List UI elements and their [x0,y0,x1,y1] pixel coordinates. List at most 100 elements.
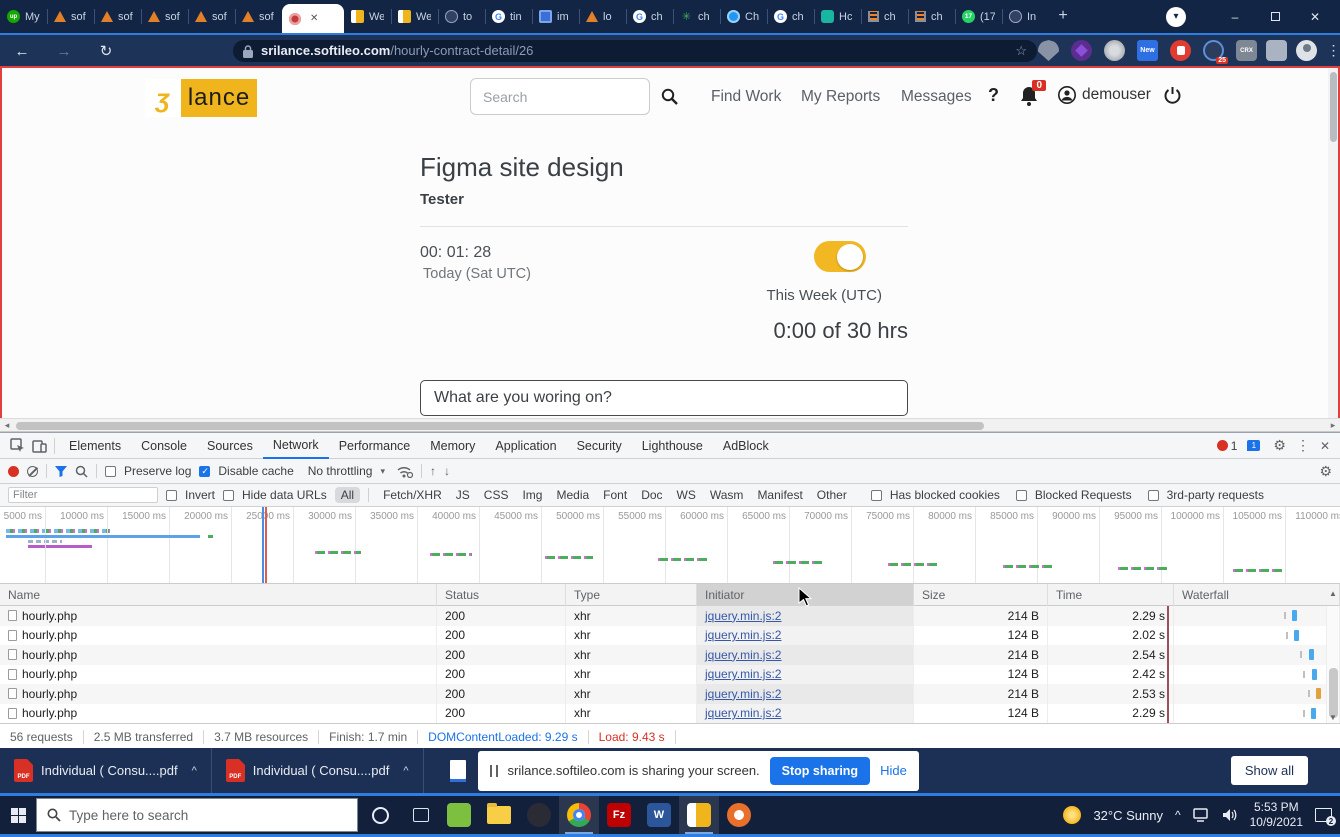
action-center-icon[interactable]: 2 [1315,808,1332,822]
devtools-tab-sources[interactable]: Sources [197,433,263,459]
start-button[interactable] [0,796,36,834]
network-request-row[interactable]: hourly.php200xhrjquery.min.js:2124 B2.29… [0,704,1340,724]
browser-tab[interactable]: sof [235,0,282,33]
table-scrollbar[interactable]: ▼ [1326,606,1339,723]
browser-tab[interactable]: to [438,0,485,33]
address-bar[interactable]: srilance.softileo.com/hourly-contract-de… [233,40,1037,62]
column-header-size[interactable]: Size [914,584,1048,606]
browser-tab[interactable]: Gch [767,0,814,33]
cortana-icon[interactable] [372,807,389,824]
initiator-link[interactable]: jquery.min.js:2 [705,687,781,701]
third-party-requests-checkbox[interactable] [1148,490,1159,501]
network-conditions-icon[interactable] [397,465,413,478]
filter-type-font[interactable]: Font [597,487,633,503]
filter-funnel-icon[interactable] [55,466,67,477]
site-search-input[interactable] [470,78,650,115]
download-item[interactable]: PDF Individual ( Consu....pdf ^ [0,748,212,793]
adblock-hand-extension-icon[interactable] [1170,40,1191,61]
browser-tab[interactable]: lo [579,0,626,33]
filter-type-other[interactable]: Other [811,487,853,503]
download-caret-icon[interactable]: ^ [192,765,197,777]
hide-link[interactable]: Hide [880,763,907,778]
filter-type-img[interactable]: Img [516,487,548,503]
taskbar-app-chrome[interactable] [559,796,599,834]
initiator-link[interactable]: jquery.min.js:2 [705,648,781,662]
devtools-tab-console[interactable]: Console [131,433,197,459]
filter-type-fetch-xhr[interactable]: Fetch/XHR [377,487,448,503]
export-har-icon[interactable]: ↓ [444,464,450,478]
column-header-name[interactable]: Name [0,584,437,606]
hscroll-thumb[interactable] [16,422,984,430]
filter-type-css[interactable]: CSS [478,487,515,503]
network-icon[interactable] [1193,808,1210,822]
browser-tab[interactable]: In [1002,0,1049,33]
devtools-tab-security[interactable]: Security [567,433,632,459]
task-description-input[interactable] [420,380,908,416]
browser-tab[interactable]: ✳ch [673,0,720,33]
browser-avatar-icon[interactable] [1296,40,1317,61]
browser-tab[interactable]: Gtin [485,0,532,33]
search-network-icon[interactable] [75,465,88,478]
browser-tab[interactable]: sof [141,0,188,33]
show-all-downloads-button[interactable]: Show all [1231,756,1308,785]
weather-sun-icon[interactable] [1063,806,1081,824]
speaker-icon[interactable] [1222,808,1238,822]
browser-tab[interactable]: 17(17 [955,0,1002,33]
devtools-menu-kebab-icon[interactable]: ⋮ [1296,437,1310,454]
network-request-row[interactable]: hourly.php200xhrjquery.min.js:2214 B2.53… [0,684,1340,704]
hide-data-urls-checkbox[interactable] [223,490,234,501]
clear-network-log-icon[interactable] [27,466,38,477]
network-settings-gear-icon[interactable]: ⚙ [1319,463,1332,480]
table-scroll-up-icon[interactable]: ▲ [1329,589,1337,598]
help-icon[interactable]: ? [988,85,999,106]
initiator-link[interactable]: jquery.min.js:2 [705,628,781,642]
column-header-status[interactable]: Status [437,584,566,606]
devtools-tab-network[interactable]: Network [263,433,329,459]
new-badge-extension-icon[interactable]: New [1137,40,1158,61]
table-scroll-thumb[interactable] [1329,668,1338,718]
puzzle-extensions-icon[interactable] [1266,40,1287,61]
taskbar-app-word[interactable]: W [639,796,679,834]
throttling-caret-icon[interactable]: ▾ [380,466,385,477]
taskbar-app-explorer[interactable] [479,796,519,834]
browser-tab[interactable]: sof [47,0,94,33]
browser-tab[interactable]: Ch [720,0,767,33]
srilance-logo[interactable]: ʒ lance [145,79,257,117]
filter-type-doc[interactable]: Doc [635,487,668,503]
shield-extension-icon[interactable] [1038,40,1059,61]
network-request-row[interactable]: hourly.php200xhrjquery.min.js:2214 B2.29… [0,606,1340,626]
clock[interactable]: 5:53 PM 10/9/2021 [1250,800,1303,830]
browser-tab-active[interactable]: ✕ [282,4,344,33]
tab-close-icon[interactable]: ✕ [310,13,318,24]
browser-tab[interactable]: ch [861,0,908,33]
browser-tab[interactable]: sof [94,0,141,33]
browser-tab[interactable]: We [344,0,391,33]
disable-cache-checkbox[interactable] [199,466,210,477]
has-blocked-cookies-checkbox[interactable] [871,490,882,501]
weather-text[interactable]: 32°C Sunny [1093,808,1163,823]
logout-power-icon[interactable] [1164,86,1181,104]
stop-sharing-button[interactable]: Stop sharing [770,757,870,785]
browser-tab[interactable]: ch [908,0,955,33]
initiator-link[interactable]: jquery.min.js:2 [705,609,781,623]
filter-type-wasm[interactable]: Wasm [704,487,750,503]
browser-tab[interactable]: Gch [626,0,673,33]
user-menu[interactable]: demouser [1058,86,1151,104]
browser-tab[interactable]: im [532,0,579,33]
taskbar-app-notepadpp[interactable] [439,796,479,834]
maximize-button[interactable] [1258,4,1292,30]
filter-type-all[interactable]: All [335,487,360,503]
network-request-row[interactable]: hourly.php200xhrjquery.min.js:2124 B2.02… [0,626,1340,646]
scroll-right-icon[interactable]: ▸ [1326,419,1340,431]
notifications-bell[interactable]: 0 [1020,86,1038,111]
initiator-link[interactable]: jquery.min.js:2 [705,706,781,720]
scroll-left-icon[interactable]: ◂ [0,419,14,431]
timer-toggle[interactable] [814,241,866,272]
browser-tab[interactable]: sof [188,0,235,33]
network-overview-timeline[interactable]: 5000 ms10000 ms15000 ms20000 ms25000 ms3… [0,507,1340,584]
download-item[interactable]: PDF Individual ( Consu....pdf ^ [212,748,424,793]
network-request-row[interactable]: hourly.php200xhrjquery.min.js:2214 B2.54… [0,645,1340,665]
devtools-tab-memory[interactable]: Memory [420,433,485,459]
purple-extension-icon[interactable] [1071,40,1092,61]
column-header-waterfall[interactable]: Waterfall [1174,584,1340,606]
